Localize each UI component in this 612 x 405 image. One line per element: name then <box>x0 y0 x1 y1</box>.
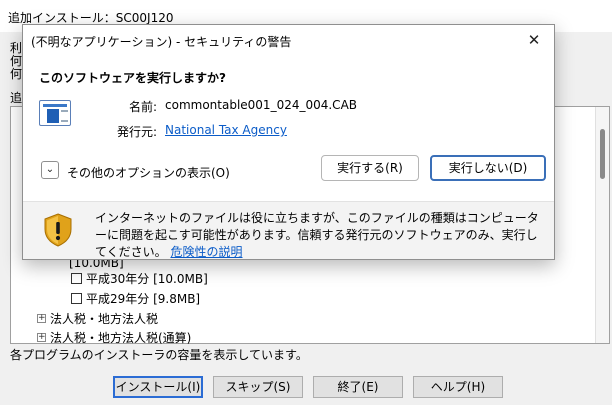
name-label: 名前: <box>128 100 157 114</box>
warning-text: インターネットのファイルは役に立ちますが、このファイルの種類はコンピューターに問… <box>95 211 539 259</box>
shield-warning-icon <box>44 213 72 247</box>
chevron-down-icon: ⌄ <box>45 164 55 175</box>
tree-label-stub: 追 <box>10 91 23 105</box>
risk-explanation-link[interactable]: 危険性の説明 <box>170 245 242 259</box>
tree-item-label: 法人税・地方法人税(通算) <box>50 330 192 345</box>
help-button[interactable]: ヘルプ(H) <box>413 376 503 398</box>
close-icon: ✕ <box>527 31 541 49</box>
expand-plus-icon[interactable]: + <box>37 332 46 342</box>
tree-item-label: 平成29年分 [9.8MB] <box>86 291 201 306</box>
file-name: commontable001_024_004.CAB <box>165 98 358 112</box>
tree-item-label: 平成30年分 [10.0MB] <box>86 271 208 286</box>
skip-button[interactable]: スキップ(S) <box>213 376 303 398</box>
dont-run-button[interactable]: 実行しない(D) <box>430 155 546 181</box>
checkbox[interactable] <box>71 292 82 304</box>
expand-plus-icon[interactable]: + <box>37 313 46 323</box>
finish-button[interactable]: 終了(E) <box>313 376 403 398</box>
tree-item-corporate-tax[interactable]: + 法人税・地方法人税 <box>37 310 158 326</box>
close-button[interactable]: ✕ <box>520 28 548 52</box>
status-text: 各プログラムのインストーラの容量を表示しています。 <box>10 348 308 362</box>
install-button[interactable]: インストール(I) <box>113 376 203 398</box>
security-warning-dialog: (不明なアプリケーション) - セキュリティの警告 ✕ このソフトウェアを実行し… <box>22 24 555 260</box>
checkbox[interactable] <box>71 272 82 284</box>
tree-item-h30[interactable]: 平成30年分 [10.0MB] <box>71 270 208 286</box>
tree-item-corporate-tax-group[interactable]: + 法人税・地方法人税(通算) <box>37 329 191 345</box>
dialog-question: このソフトウェアを実行しますか? <box>39 71 226 85</box>
warning-message: インターネットのファイルは役に立ちますが、このファイルの種類はコンピューターに問… <box>95 210 545 261</box>
tree-scrollbar[interactable] <box>595 107 609 343</box>
dialog-title: (不明なアプリケーション) - セキュリティの警告 <box>31 35 292 49</box>
more-options-toggle[interactable]: ⌄ <box>41 161 59 179</box>
publisher-link[interactable]: National Tax Agency <box>165 123 287 137</box>
more-options-label[interactable]: その他のオプションの表示(O) <box>67 164 230 181</box>
application-icon <box>39 100 71 126</box>
publisher-label: 発行元: <box>116 125 157 139</box>
warning-panel: インターネットのファイルは役に立ちますが、このファイルの種類はコンピューターに問… <box>23 201 554 259</box>
tree-item-label: 法人税・地方法人税 <box>50 311 159 326</box>
installer-text-stub-3: 何 <box>10 67 23 81</box>
run-button[interactable]: 実行する(R) <box>321 155 419 181</box>
scrollbar-thumb[interactable] <box>600 129 605 179</box>
tree-item-h29[interactable]: 平成29年分 [9.8MB] <box>71 290 200 306</box>
